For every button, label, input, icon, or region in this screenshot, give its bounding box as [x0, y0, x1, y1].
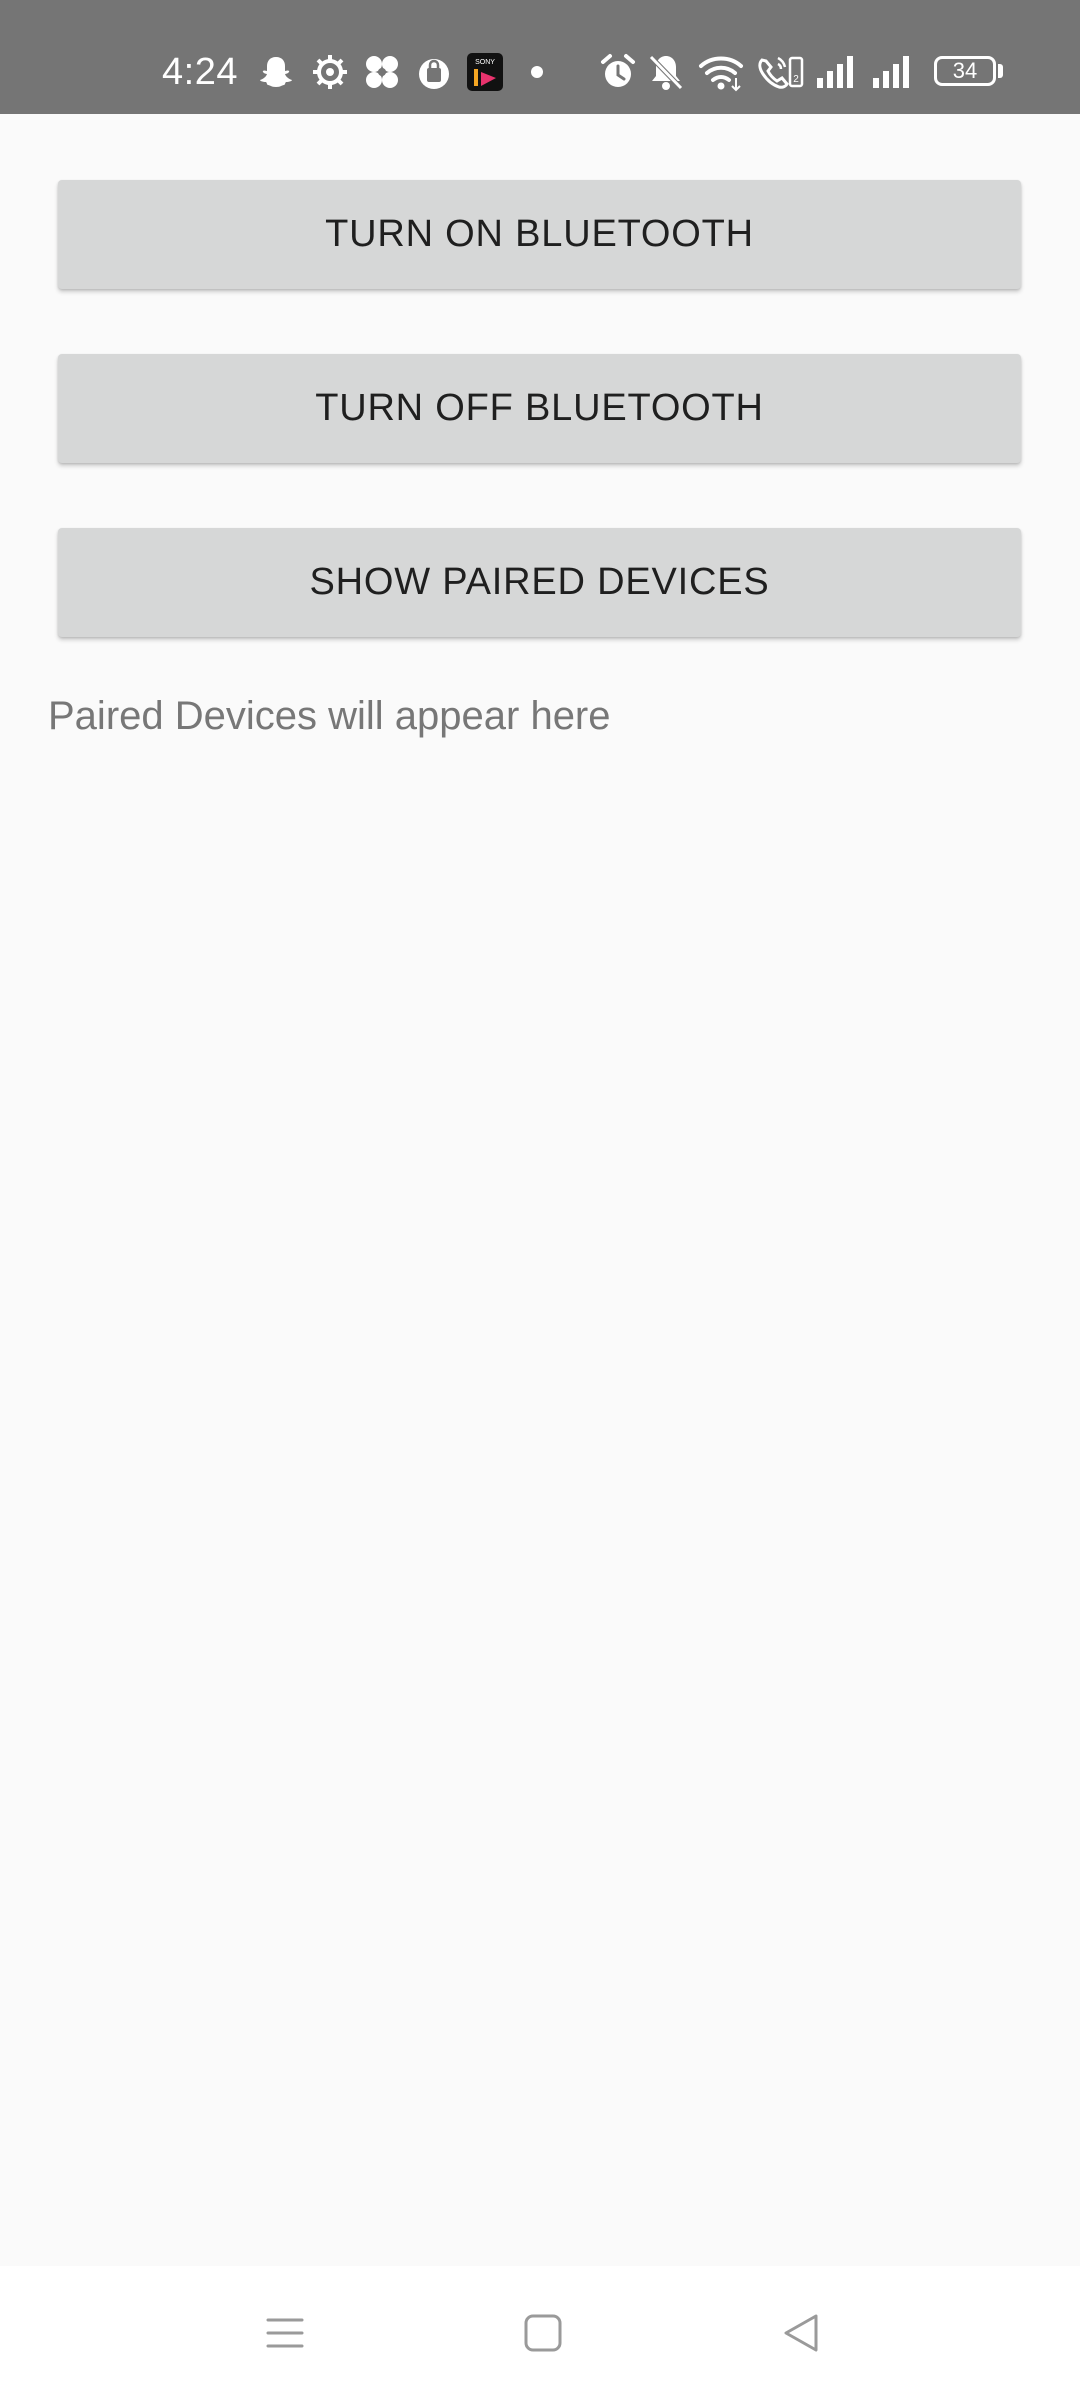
bell-muted-icon — [646, 52, 686, 92]
wifi-icon — [698, 52, 744, 92]
back-icon[interactable] — [776, 2308, 826, 2358]
settings-gear-icon — [310, 52, 350, 92]
alarm-icon — [598, 52, 638, 92]
signal-icon — [870, 52, 916, 92]
status-bar: 4:24 SONY 2 34 — [0, 0, 1080, 114]
navigation-bar — [0, 2266, 1080, 2400]
svg-text:2: 2 — [793, 74, 799, 85]
menu-icon[interactable] — [260, 2308, 310, 2358]
home-icon[interactable] — [518, 2308, 568, 2358]
battery-level: 34 — [952, 58, 978, 83]
snapchat-icon — [256, 52, 296, 92]
battery-tip — [998, 64, 1003, 78]
sonyliv-app-icon: SONY — [466, 52, 504, 92]
pinwheel-icon — [362, 52, 402, 92]
paired-devices-text: Paired Devices will appear here — [48, 694, 611, 738]
turn-on-bluetooth-button[interactable]: TURN ON BLUETOOTH — [58, 180, 1021, 289]
status-time: 4:24 — [162, 51, 238, 93]
shopping-bag-icon — [414, 52, 454, 92]
battery-icon: 34 — [934, 56, 996, 86]
show-paired-devices-button[interactable]: SHOW PAIRED DEVICES — [58, 528, 1021, 637]
volte-call-icon: 2 — [754, 52, 806, 92]
svg-text:SONY: SONY — [475, 59, 495, 66]
dot-icon — [528, 52, 546, 92]
turn-off-bluetooth-button[interactable]: TURN OFF BLUETOOTH — [58, 354, 1021, 463]
signal-icon — [814, 52, 860, 92]
